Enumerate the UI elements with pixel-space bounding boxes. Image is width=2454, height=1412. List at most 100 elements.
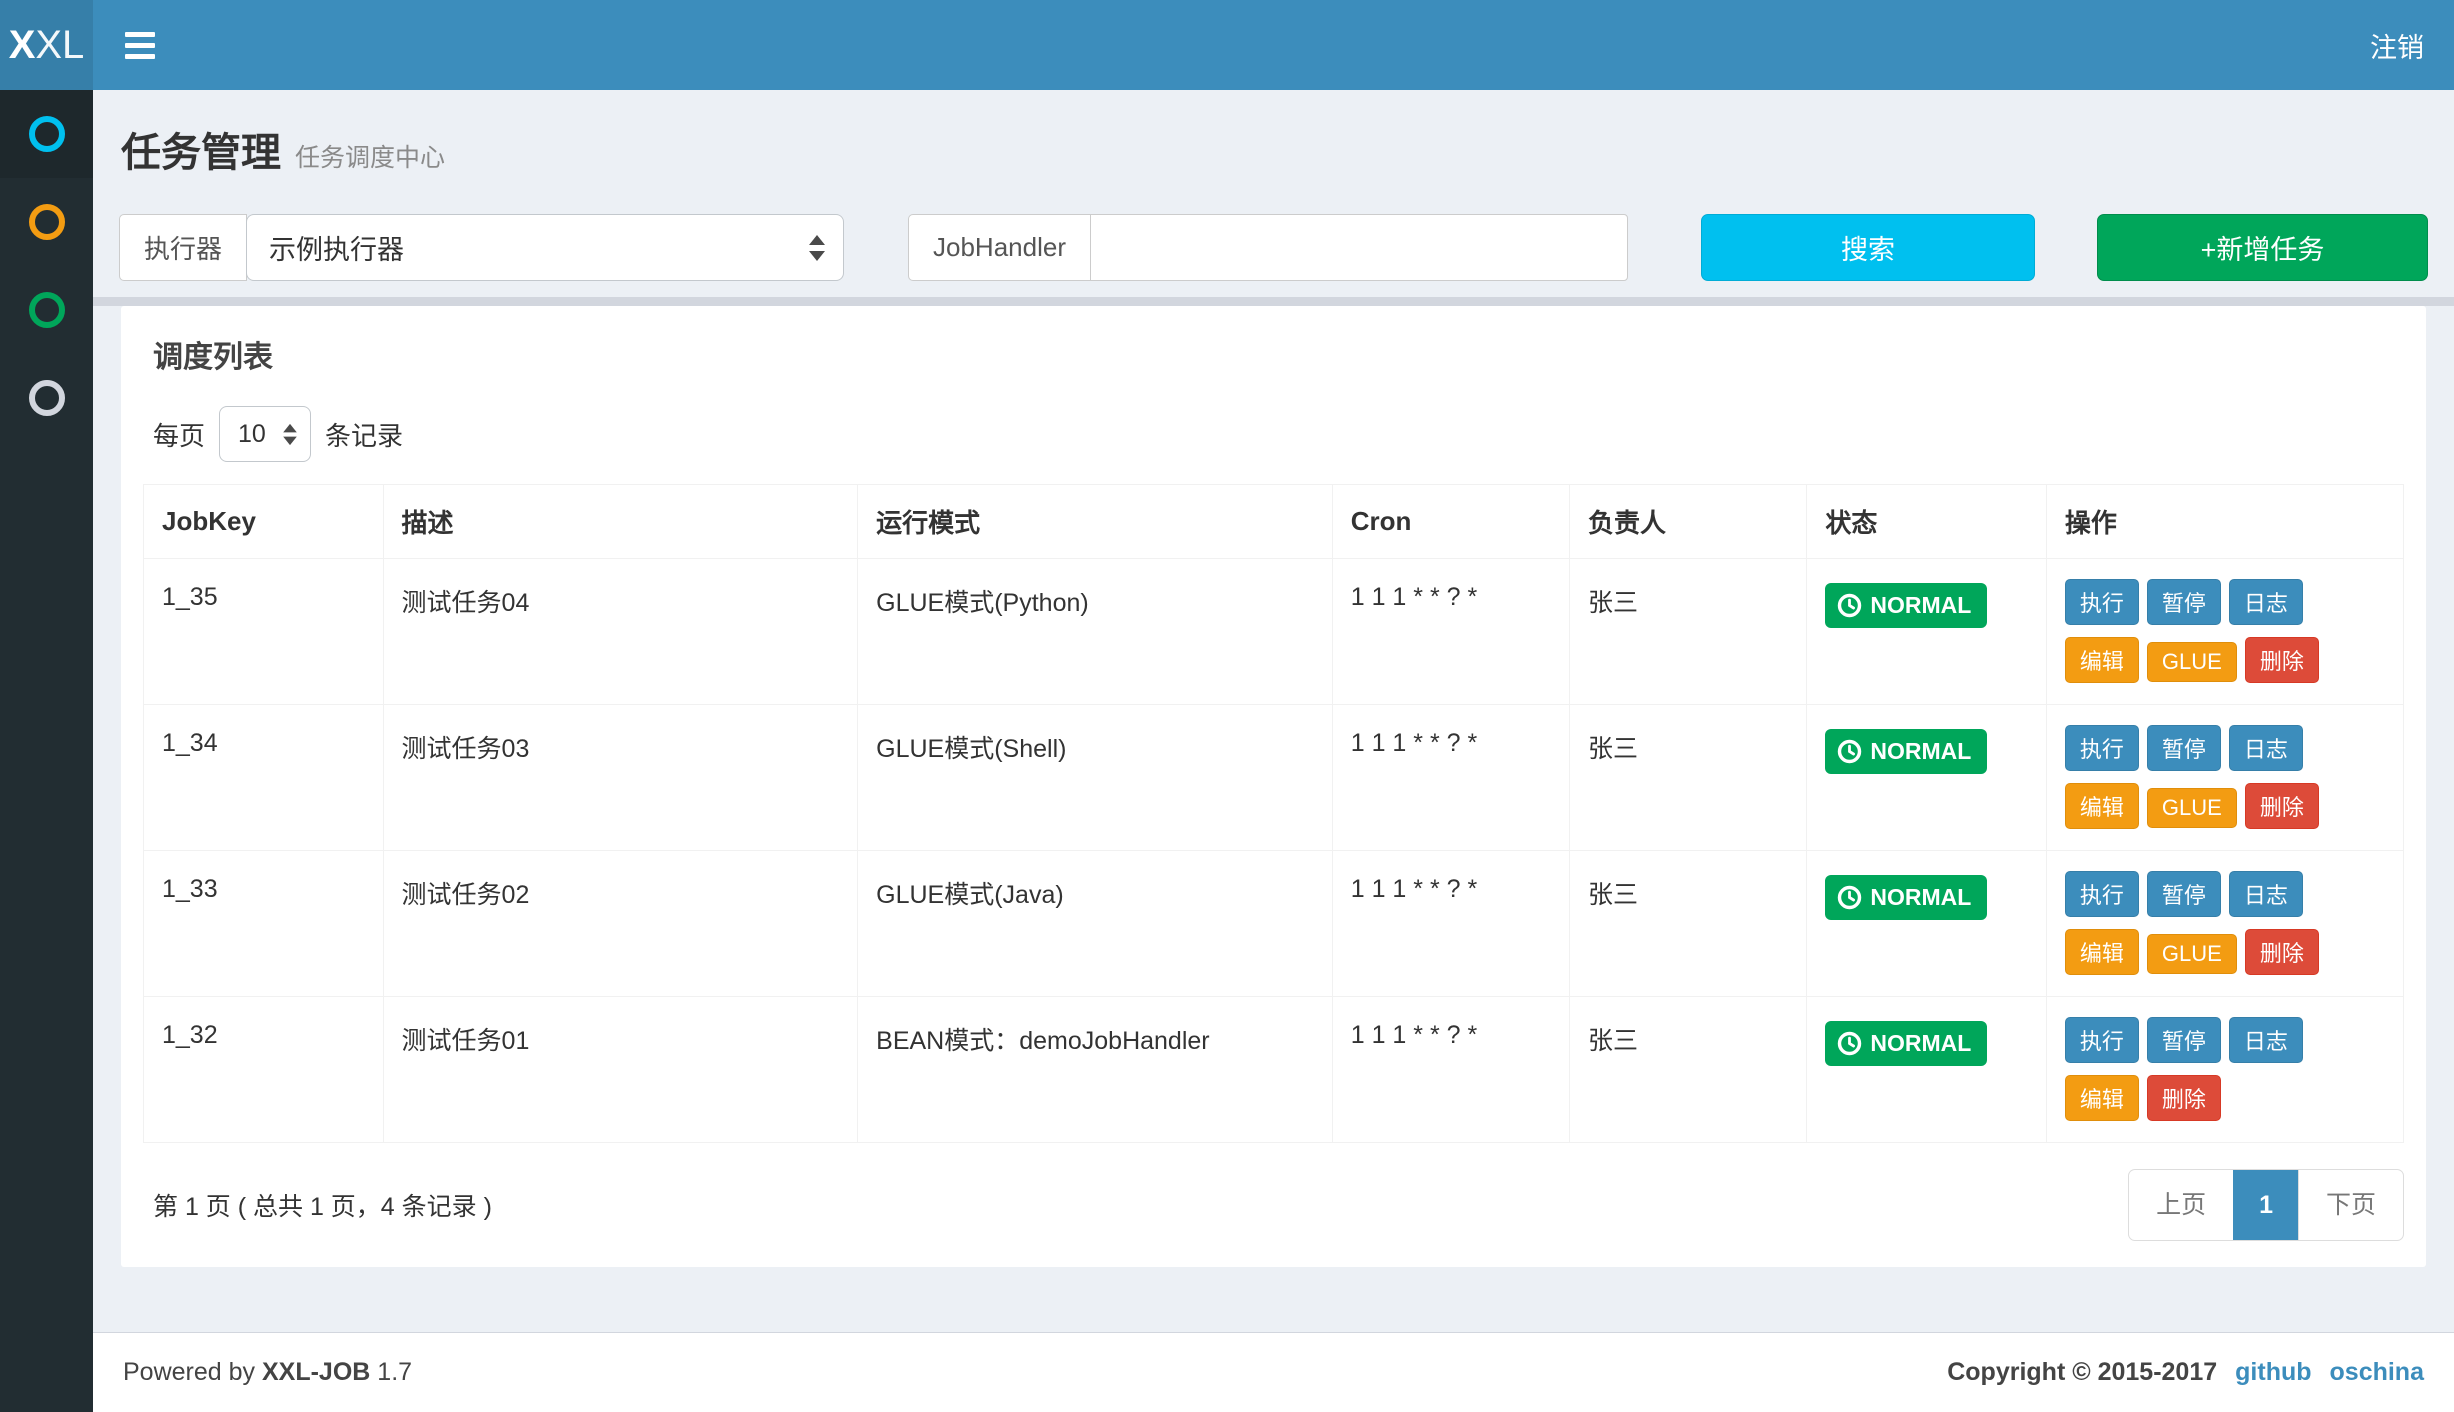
status-cell: NORMAL	[1807, 705, 2047, 851]
status-badge: NORMAL	[1825, 729, 1987, 774]
action-button-编辑[interactable]: 编辑	[2065, 783, 2139, 829]
status-cell: NORMAL	[1807, 997, 2047, 1143]
action-button-日志[interactable]: 日志	[2229, 871, 2303, 917]
action-button-删除[interactable]: 删除	[2245, 929, 2319, 975]
table-row: 1_34测试任务03GLUE模式(Shell)1 1 1 * * ? *张三 NO…	[144, 705, 2404, 851]
sidebar-item-nav-help[interactable]	[0, 354, 93, 442]
page-size-value: 10	[238, 420, 266, 449]
schedule-list-panel: 调度列表 每页 10 条记录 JobKey描述运行模式Cron负责人状态操作 1…	[121, 306, 2426, 1267]
logo-text-bold: X	[9, 23, 36, 68]
sidebar-item-nav-dashboard[interactable]	[0, 90, 93, 178]
executor-filter-group: 执行器 示例执行器	[119, 214, 844, 281]
clock-icon	[1837, 1031, 1862, 1056]
action-button-暂停[interactable]: 暂停	[2147, 579, 2221, 625]
jobhandler-label: JobHandler	[908, 214, 1091, 281]
status-badge: NORMAL	[1825, 583, 1987, 628]
prev-page-button[interactable]: 上页	[2129, 1170, 2233, 1240]
search-button[interactable]: 搜索	[1701, 214, 2035, 281]
panel-title: 调度列表	[143, 332, 2404, 376]
table-row: 1_32测试任务01BEAN模式：demoJobHandler1 1 1 * *…	[144, 997, 2404, 1143]
sidebar-item-nav-job-log[interactable]	[0, 266, 93, 354]
action-button-删除[interactable]: 删除	[2245, 637, 2319, 683]
action-button-执行[interactable]: 执行	[2065, 1017, 2139, 1063]
mode-cell: GLUE模式(Shell)	[858, 705, 1333, 851]
action-button-删除[interactable]: 删除	[2245, 783, 2319, 829]
desc-cell: 测试任务02	[383, 851, 858, 997]
page-size-select[interactable]: 10	[219, 406, 311, 462]
copyright-area: Copyright © 2015-2017 github oschina	[1947, 1358, 2424, 1387]
job-table: JobKey描述运行模式Cron负责人状态操作 1_35测试任务04GLUE模式…	[143, 484, 2404, 1143]
owner-cell: 张三	[1570, 705, 1807, 851]
product-version: 1.7	[377, 1358, 412, 1386]
action-button-日志[interactable]: 日志	[2229, 579, 2303, 625]
action-button-暂停[interactable]: 暂停	[2147, 725, 2221, 771]
next-page-button[interactable]: 下页	[2298, 1170, 2403, 1240]
action-button-删除[interactable]: 删除	[2147, 1075, 2221, 1121]
app-logo[interactable]: XXL	[0, 0, 93, 90]
column-header: 操作	[2046, 485, 2403, 559]
jobhandler-input[interactable]	[1090, 214, 1628, 281]
circle-icon	[29, 292, 65, 328]
desc-cell: 测试任务03	[383, 705, 858, 851]
jobkey-cell: 1_34	[144, 705, 384, 851]
mode-cell: GLUE模式(Python)	[858, 559, 1333, 705]
column-header: JobKey	[144, 485, 384, 559]
page-title-text: 任务管理	[121, 120, 281, 178]
column-header: 描述	[383, 485, 858, 559]
action-button-编辑[interactable]: 编辑	[2065, 929, 2139, 975]
page-title: 任务管理任务调度中心	[121, 120, 2426, 178]
action-button-日志[interactable]: 日志	[2229, 725, 2303, 771]
oschina-link[interactable]: oschina	[2330, 1358, 2424, 1387]
pagination: 上页 1 下页	[2128, 1169, 2404, 1241]
cron-cell: 1 1 1 * * ? *	[1332, 705, 1569, 851]
filter-toolbar: 执行器 示例执行器 JobHandler 搜索 +新增任务	[93, 214, 2454, 281]
action-button-执行[interactable]: 执行	[2065, 725, 2139, 771]
action-button-glue[interactable]: GLUE	[2147, 788, 2237, 828]
action-button-glue[interactable]: GLUE	[2147, 642, 2237, 682]
executor-select[interactable]: 示例执行器	[246, 214, 844, 281]
page-footer: Powered by XXL-JOB 1.7 Copyright © 2015-…	[93, 1332, 2454, 1412]
action-button-暂停[interactable]: 暂停	[2147, 871, 2221, 917]
mode-cell: GLUE模式(Java)	[858, 851, 1333, 997]
clock-icon	[1837, 885, 1862, 910]
jobkey-cell: 1_32	[144, 997, 384, 1143]
action-button-编辑[interactable]: 编辑	[2065, 637, 2139, 683]
clock-icon	[1837, 739, 1862, 764]
product-name: XXL-JOB	[262, 1358, 370, 1386]
content-header: 任务管理任务调度中心	[93, 90, 2454, 214]
column-header: Cron	[1332, 485, 1569, 559]
sidebar-item-nav-executor[interactable]	[0, 178, 93, 266]
actions-cell: 执行暂停日志编辑GLUE删除	[2046, 705, 2403, 851]
status-badge: NORMAL	[1825, 1021, 1987, 1066]
executor-selected-value: 示例执行器	[269, 228, 404, 267]
select-caret-icon	[283, 423, 297, 444]
add-job-button[interactable]: +新增任务	[2097, 214, 2428, 281]
action-button-编辑[interactable]: 编辑	[2065, 1075, 2139, 1121]
action-button-执行[interactable]: 执行	[2065, 871, 2139, 917]
actions-cell: 执行暂停日志编辑GLUE删除	[2046, 559, 2403, 705]
column-header: 状态	[1807, 485, 2047, 559]
current-page-button[interactable]: 1	[2233, 1170, 2298, 1240]
powered-by-prefix: Powered by	[123, 1358, 255, 1386]
sidebar-toggle-icon[interactable]	[125, 32, 155, 59]
github-link[interactable]: github	[2235, 1358, 2311, 1387]
table-row: 1_33测试任务02GLUE模式(Java)1 1 1 * * ? *张三NOR…	[144, 851, 2404, 997]
section-divider	[93, 297, 2454, 306]
actions-cell: 执行暂停日志编辑删除	[2046, 997, 2403, 1143]
action-button-日志[interactable]: 日志	[2229, 1017, 2303, 1063]
table-row: 1_35测试任务04GLUE模式(Python)1 1 1 * * ? *张三N…	[144, 559, 2404, 705]
action-button-glue[interactable]: GLUE	[2147, 934, 2237, 974]
action-button-暂停[interactable]: 暂停	[2147, 1017, 2221, 1063]
circle-icon	[29, 116, 65, 152]
desc-cell: 测试任务01	[383, 997, 858, 1143]
action-button-执行[interactable]: 执行	[2065, 579, 2139, 625]
jobkey-cell: 1_35	[144, 559, 384, 705]
logo-text: XL	[35, 23, 84, 68]
sidebar	[0, 90, 93, 1412]
jobhandler-filter-group: JobHandler	[908, 214, 1628, 281]
status-text: NORMAL	[1870, 1030, 1971, 1057]
cron-cell: 1 1 1 * * ? *	[1332, 997, 1569, 1143]
clock-icon	[1837, 593, 1862, 618]
mode-cell: BEAN模式：demoJobHandler	[858, 997, 1333, 1143]
logout-link[interactable]: 注销	[2370, 26, 2424, 65]
